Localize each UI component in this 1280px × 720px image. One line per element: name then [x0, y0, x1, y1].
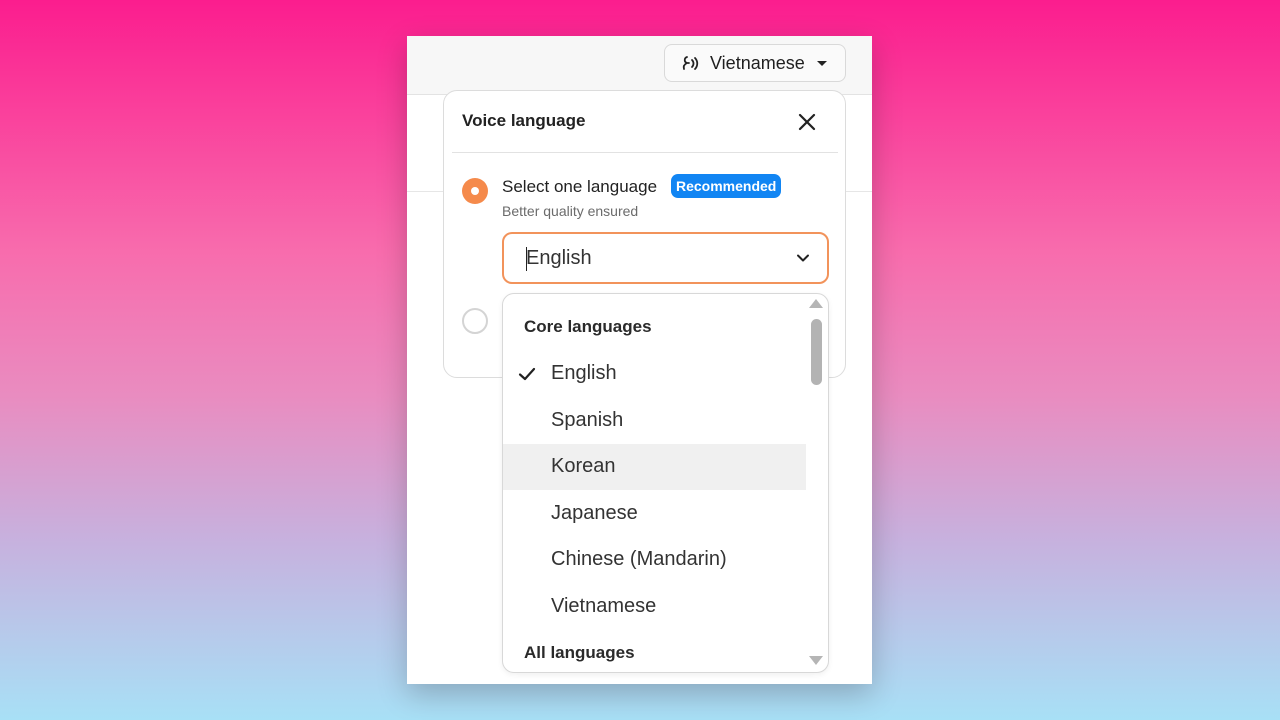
language-select-value: English [526, 247, 592, 269]
group-header-core: Core languages [524, 317, 652, 336]
radio-select-one-language[interactable] [462, 178, 488, 204]
dropdown-item-label: Korean [551, 455, 616, 477]
voice-language-icon [682, 56, 699, 70]
dropdown-item-vietnamese[interactable]: Vietnamese [503, 584, 806, 630]
dropdown-item-korean[interactable]: Korean [503, 444, 806, 490]
language-select-field[interactable]: English [502, 232, 829, 284]
dropdown-item-label: Vietnamese [551, 595, 657, 617]
panel-title: Voice language [462, 111, 586, 130]
language-dropdown: Core languages English Spanish Korean Ja… [502, 293, 829, 673]
scrollbar-thumb[interactable] [811, 319, 822, 385]
dropdown-item-label: English [551, 362, 617, 384]
dropdown-item-english[interactable]: English [503, 351, 806, 397]
check-icon [518, 367, 536, 381]
dropdown-item-label: Chinese (Mandarin) [551, 548, 727, 570]
recommended-badge: Recommended [671, 174, 782, 198]
voice-language-button-label: Vietnamese [710, 52, 805, 73]
scroll-down-arrow-icon[interactable] [809, 656, 823, 665]
voice-language-button[interactable]: Vietnamese [664, 44, 846, 82]
scroll-up-arrow-icon[interactable] [809, 299, 823, 308]
chevron-down-icon[interactable] [795, 250, 811, 266]
panel-divider [452, 152, 838, 153]
top-bar: Vietnamese [407, 36, 872, 95]
caret-down-icon [817, 61, 827, 66]
dropdown-item-spanish[interactable]: Spanish [503, 398, 806, 444]
dropdown-item-japanese[interactable]: Japanese [503, 491, 806, 537]
group-header-all: All languages [524, 643, 635, 662]
close-icon[interactable] [796, 111, 818, 133]
dropdown-item-label: Spanish [551, 409, 624, 431]
app-window: Vietnamese Voice language Select one lan… [407, 36, 872, 684]
dropdown-item-chinese-mandarin[interactable]: Chinese (Mandarin) [503, 537, 806, 583]
radio-second-option[interactable] [462, 308, 488, 334]
dropdown-item-label: Japanese [551, 502, 638, 524]
option-label: Select one language [502, 177, 658, 196]
option-sublabel: Better quality ensured [502, 203, 639, 219]
